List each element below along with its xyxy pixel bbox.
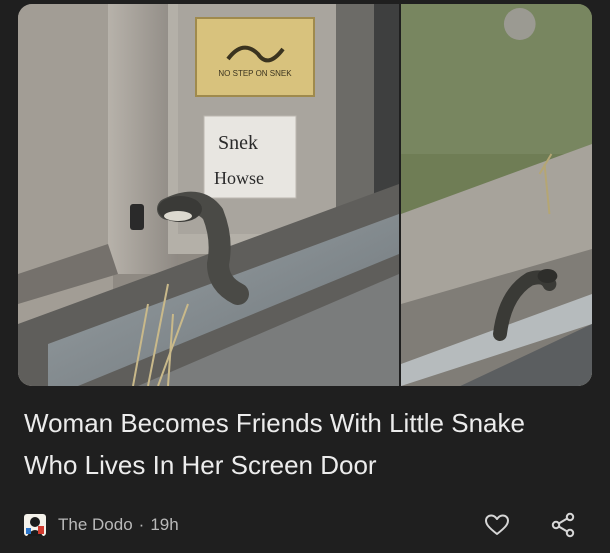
sticker-text: NO STEP ON SNEK [218, 69, 292, 78]
source-line: The Dodo · 19h [58, 515, 179, 535]
source-name[interactable]: The Dodo [58, 515, 133, 535]
share-icon [551, 512, 575, 538]
article-meta: The Dodo · 19h [24, 508, 590, 542]
sign-line-2: Howse [214, 168, 264, 188]
news-card[interactable]: NO STEP ON SNEK Snek Howse Woman Becomes… [0, 0, 610, 553]
the-dodo-logo-icon [24, 514, 46, 536]
article-age: 19h [150, 515, 179, 534]
photo-snake-in-door-track: NO STEP ON SNEK Snek Howse [18, 4, 399, 386]
meta-separator: · [138, 515, 145, 534]
article-headline[interactable]: Woman Becomes Friends With Little Snake … [24, 402, 584, 486]
like-button[interactable] [482, 510, 512, 540]
article-image-collage[interactable]: NO STEP ON SNEK Snek Howse [18, 4, 592, 386]
sign-line-1: Snek [218, 132, 258, 154]
heart-icon [485, 514, 509, 535]
card-actions [482, 510, 590, 540]
share-button[interactable] [548, 510, 578, 540]
photo-snake-in-outer-track [399, 4, 592, 386]
